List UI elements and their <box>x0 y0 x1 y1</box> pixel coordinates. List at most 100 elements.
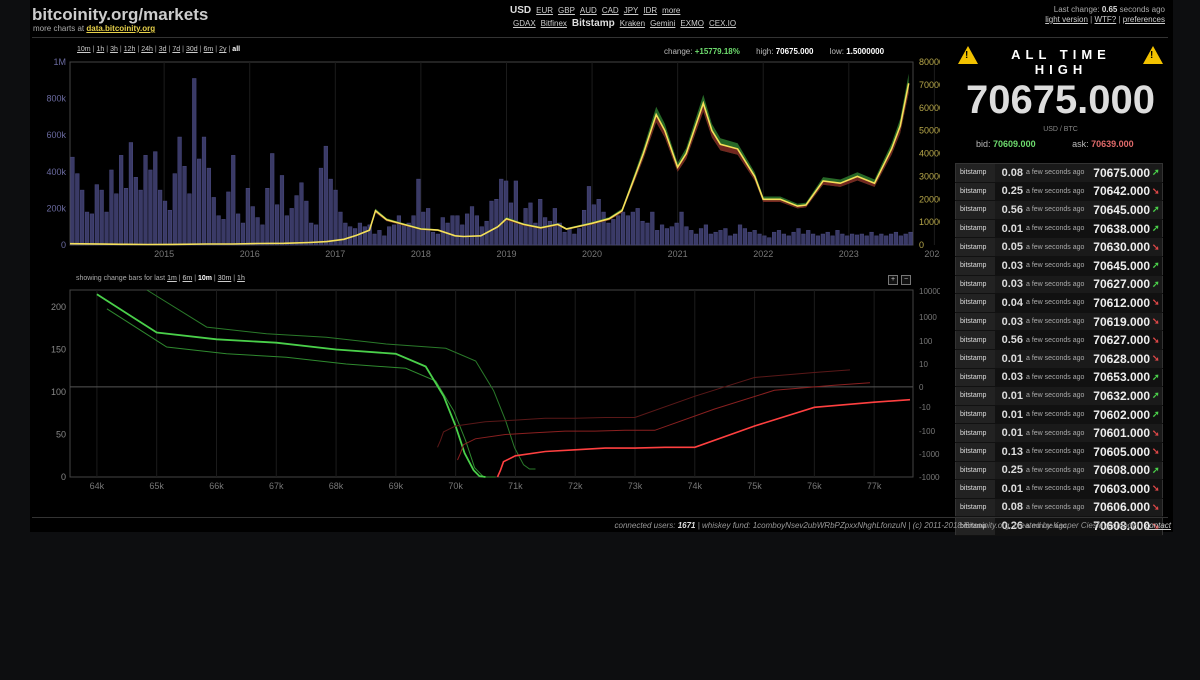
trade-row: bitstamp 0.04 a few seconds ago 70612.000 ➘ <box>955 293 1163 313</box>
volume-bar <box>567 228 572 246</box>
x-tick-label: 73k <box>628 481 643 491</box>
volume-bar <box>450 215 455 246</box>
y-left-tick-label: 50 <box>56 430 66 440</box>
range-2y[interactable]: 2y <box>219 46 226 53</box>
exchange-bitstamp[interactable]: Bitstamp <box>572 18 615 29</box>
currency-usd[interactable]: USD <box>510 5 531 16</box>
warning-icon: ! <box>958 46 978 64</box>
range-30d[interactable]: 30d <box>186 46 198 53</box>
volume-bar <box>162 200 168 246</box>
currency-cad[interactable]: CAD <box>602 6 619 15</box>
trade-amount: 0.01 <box>995 349 1026 369</box>
volume-bar <box>265 188 270 246</box>
separator: | <box>199 46 202 53</box>
range-10m[interactable]: 10m <box>77 46 91 53</box>
change-bars-6m[interactable]: 6m <box>183 275 193 282</box>
range-3d[interactable]: 3d <box>159 46 167 53</box>
trade-price: 70653.000 <box>1088 368 1152 388</box>
volume-bar <box>630 211 635 246</box>
currency-eur[interactable]: EUR <box>536 6 553 15</box>
change-bars-1m[interactable]: 1m <box>167 275 177 282</box>
volume-bar <box>538 199 543 246</box>
volume-bar <box>460 224 465 246</box>
currency-idr[interactable]: IDR <box>643 6 657 15</box>
range-6m[interactable]: 6m <box>204 46 214 53</box>
range-1h[interactable]: 1h <box>96 46 104 53</box>
volume-bar <box>192 78 197 246</box>
order-book-chart[interactable]: 64k 65k 66k 67k 68k 69k 70k 71k 72k 73k 74k 75k 76k 7… <box>30 285 940 495</box>
trade-price: 70630.000 <box>1088 237 1152 257</box>
exchange-cexio[interactable]: CEX.IO <box>709 19 736 28</box>
volume-bar <box>504 180 509 246</box>
exchange-bitfinex[interactable]: Bitfinex <box>541 19 567 28</box>
arrow-down-icon: ➘ <box>1152 349 1163 369</box>
volume-bar <box>543 217 548 246</box>
light-version-link[interactable]: light version <box>1045 15 1088 24</box>
trade-price: 70675.000 <box>1088 163 1152 183</box>
volume-bar <box>806 230 811 246</box>
low-value: 1.5000000 <box>846 47 885 56</box>
price-history-chart[interactable]: 2015 2016 2017 2018 2019 2020 2021 2022 2023 2024… <box>30 57 940 262</box>
volume-bar <box>703 224 708 246</box>
range-7d[interactable]: 7d <box>172 46 180 53</box>
chart-plot-area: 2015 2016 2017 2018 2019 2020 2021 2022 2023 2024… <box>46 57 940 259</box>
currency-gbp[interactable]: GBP <box>558 6 575 15</box>
zoom-out-button[interactable]: − <box>901 275 911 285</box>
volume-bar <box>123 188 129 246</box>
y-right-tick-label: 70000 <box>919 80 940 90</box>
range-12h[interactable]: 12h <box>124 46 136 53</box>
exchange-kraken[interactable]: Kraken <box>620 19 645 28</box>
trade-price: 70642.000 <box>1088 182 1152 202</box>
trade-exchange: bitstamp <box>955 498 995 518</box>
volume-bar <box>708 233 713 246</box>
preferences-link[interactable]: preferences <box>1123 15 1165 24</box>
y-right-tick-label: 0 <box>919 383 924 392</box>
currency-aud[interactable]: AUD <box>580 6 597 15</box>
trade-price: 70645.000 <box>1088 200 1152 220</box>
footer: connected users: 1671 | whiskey fund: 1c… <box>614 521 1171 530</box>
range-24h[interactable]: 24h <box>141 46 153 53</box>
site-title[interactable]: bitcoinity.org/markets <box>32 5 208 25</box>
x-tick-label: 71k <box>508 481 523 491</box>
arrow-up-icon: ➚ <box>1152 256 1163 276</box>
change-bars-prefix: showing change bars for last <box>76 275 166 282</box>
volume-bar <box>874 235 879 246</box>
contact-link[interactable]: contact <box>1145 521 1171 530</box>
volume-bar <box>616 215 621 246</box>
volume-bar <box>435 233 440 246</box>
range-3h[interactable]: 3h <box>110 46 118 53</box>
exchange-exmo[interactable]: EXMO <box>680 19 704 28</box>
trade-time: a few seconds ago <box>1026 293 1089 313</box>
change-bars-30m[interactable]: 30m <box>218 275 232 282</box>
trade-row: bitstamp 0.03 a few seconds ago 70653.000 ➚ <box>955 368 1163 388</box>
currency-more[interactable]: more <box>662 6 680 15</box>
exchange-gemini[interactable]: Gemini <box>650 19 675 28</box>
trade-exchange: bitstamp <box>955 423 995 443</box>
change-value: +15779.18% <box>694 47 740 56</box>
volume-bar <box>528 202 533 246</box>
volume-bar <box>859 233 864 246</box>
arrow-up-icon: ➚ <box>1152 163 1163 183</box>
volume-bar <box>84 211 90 246</box>
more-charts-link[interactable]: data.bitcoinity.org <box>86 24 155 33</box>
volume-bar <box>869 231 874 246</box>
ath-label: ALL TIME HIGH <box>1011 47 1111 77</box>
volume-bar <box>299 182 304 246</box>
volume-bar <box>387 226 392 246</box>
volume-bar <box>182 166 187 246</box>
change-bars-1h[interactable]: 1h <box>237 275 245 282</box>
volume-bar <box>762 235 767 246</box>
trade-time: a few seconds ago <box>1026 312 1089 332</box>
volume-bar <box>864 235 869 246</box>
trade-amount: 0.08 <box>995 163 1026 183</box>
wtf-link[interactable]: WTF? <box>1094 15 1116 24</box>
zoom-in-button[interactable]: + <box>888 275 898 285</box>
volume-bar <box>240 222 246 246</box>
y-right-tick-label: 100 <box>919 337 933 346</box>
volume-bar <box>172 173 177 246</box>
exchange-gdax[interactable]: GDAX <box>513 19 536 28</box>
change-bars-10m[interactable]: 10m <box>198 275 212 282</box>
range-all[interactable]: all <box>232 46 240 53</box>
currency-jpy[interactable]: JPY <box>624 6 639 15</box>
trade-time: a few seconds ago <box>1026 349 1089 369</box>
